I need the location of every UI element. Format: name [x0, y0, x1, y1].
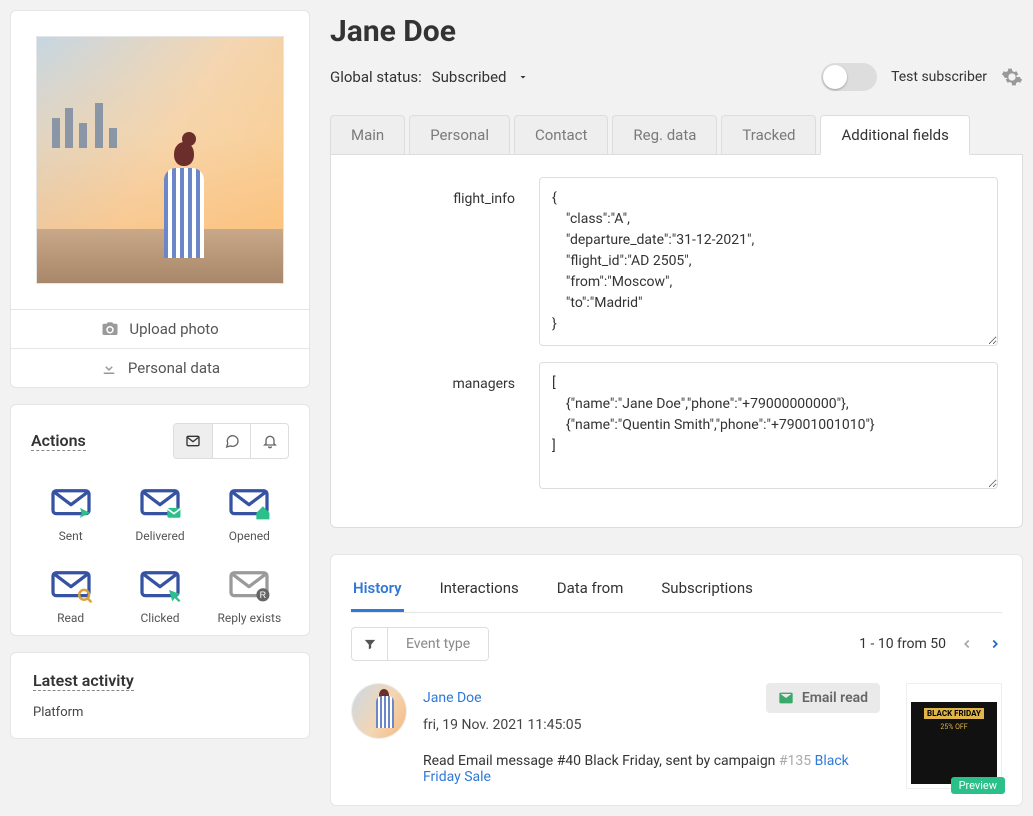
download-icon	[100, 359, 118, 377]
channel-push-button[interactable]	[250, 424, 288, 458]
flight-info-textarea[interactable]	[539, 177, 998, 346]
filter-icon[interactable]	[352, 628, 388, 660]
action-item-read: Read	[31, 567, 110, 625]
personal-data-button[interactable]: Personal data	[11, 348, 309, 387]
managers-textarea[interactable]	[539, 362, 998, 489]
sent-icon	[46, 485, 96, 521]
latest-activity-title: Latest activity	[33, 671, 134, 691]
event-type-label: Event type	[388, 628, 488, 660]
camera-icon	[101, 320, 119, 338]
htab-data-from[interactable]: Data from	[555, 571, 626, 612]
actions-channel-segment	[173, 423, 289, 459]
chevron-down-icon[interactable]	[517, 71, 529, 83]
channel-sms-button[interactable]	[212, 424, 250, 458]
settings-icon[interactable]	[1001, 66, 1023, 88]
history-card: History Interactions Data from Subscript…	[330, 554, 1023, 806]
opened-icon	[224, 485, 274, 521]
channel-email-button[interactable]	[174, 424, 212, 458]
preview-tag: Preview	[951, 777, 1005, 794]
test-subscriber-label: Test subscriber	[891, 69, 987, 85]
action-item-clicked: Clicked	[120, 567, 199, 625]
tab-additional-fields[interactable]: Additional fields	[820, 115, 969, 155]
reply-icon: R	[224, 567, 274, 603]
entry-status-badge: Email read	[766, 683, 880, 713]
bell-icon	[262, 433, 278, 449]
entry-description: Read Email message #40 Black Friday, sen…	[423, 753, 880, 785]
clicked-icon	[135, 567, 185, 603]
tab-main[interactable]: Main	[330, 115, 405, 154]
entry-avatar	[351, 683, 407, 739]
latest-platform-label: Platform	[33, 705, 287, 720]
upload-photo-button[interactable]: Upload photo	[11, 309, 309, 348]
preview-thumbnail: BLACK FRIDAY 25% OFF	[911, 688, 997, 784]
additional-fields-panel: flight_info managers	[330, 154, 1023, 528]
tab-tracked[interactable]: Tracked	[721, 115, 816, 154]
page-title: Jane Doe	[330, 14, 1023, 49]
tab-contact[interactable]: Contact	[514, 115, 608, 154]
htab-history[interactable]: History	[351, 571, 404, 612]
actions-title: Actions	[31, 431, 86, 451]
history-entry: Jane Doe Email read fri, 19 Nov. 2021 11…	[351, 675, 1002, 797]
read-icon	[46, 567, 96, 603]
personal-data-label: Personal data	[128, 359, 220, 377]
svg-text:R: R	[260, 590, 267, 600]
pager-next-icon[interactable]	[988, 637, 1002, 651]
action-item-sent: Sent	[31, 485, 110, 543]
global-status-label: Global status:	[330, 68, 422, 86]
profile-tabs: Main Personal Contact Reg. data Tracked …	[330, 115, 1023, 154]
test-subscriber-toggle[interactable]	[821, 63, 877, 91]
delivered-icon	[135, 485, 185, 521]
pager-prev-icon[interactable]	[960, 637, 974, 651]
global-status-value: Subscribed	[432, 68, 507, 86]
email-preview[interactable]: BLACK FRIDAY 25% OFF Preview	[906, 683, 1002, 789]
event-type-filter[interactable]: Event type	[351, 627, 489, 661]
managers-label: managers	[355, 362, 515, 489]
pager-text: 1 - 10 from 50	[859, 636, 946, 652]
envelope-check-icon	[778, 690, 794, 706]
action-item-opened: Opened	[210, 485, 289, 543]
flight-info-label: flight_info	[355, 177, 515, 346]
actions-card: Actions Sent	[10, 404, 310, 636]
htab-interactions[interactable]: Interactions	[438, 571, 521, 612]
htab-subscriptions[interactable]: Subscriptions	[659, 571, 754, 612]
action-item-delivered: Delivered	[120, 485, 199, 543]
chat-icon	[224, 433, 240, 449]
latest-activity-card: Latest activity Platform	[10, 652, 310, 739]
tab-personal[interactable]: Personal	[409, 115, 510, 154]
entry-date: fri, 19 Nov. 2021 11:45:05	[423, 717, 880, 733]
action-item-reply: R Reply exists	[210, 567, 289, 625]
envelope-icon	[185, 433, 201, 449]
entry-user-link[interactable]: Jane Doe	[423, 690, 482, 706]
profile-photo	[36, 36, 284, 284]
tab-reg-data[interactable]: Reg. data	[612, 115, 717, 154]
profile-photo-card: Upload photo Personal data	[10, 10, 310, 388]
upload-photo-label: Upload photo	[129, 320, 218, 338]
